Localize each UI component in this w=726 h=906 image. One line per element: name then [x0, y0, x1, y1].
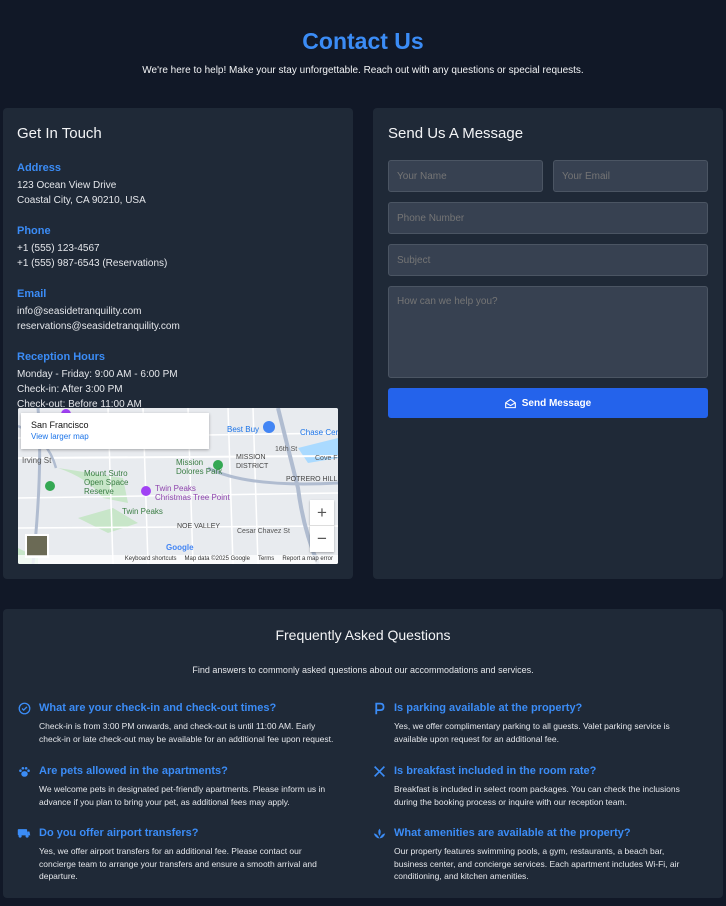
google-logo: Google [166, 543, 194, 552]
map-label: Irving St [22, 456, 52, 465]
map-label: Mount Sutro Open Space Reserve [84, 469, 129, 496]
page-subtitle: We're here to help! Make your stay unfor… [142, 65, 584, 76]
hours-line: Monday - Friday: 9:00 AM - 6:00 PM [17, 369, 178, 380]
faq-question: What are your check-in and check-out tim… [39, 702, 277, 714]
address-label: Address [17, 162, 62, 174]
phone-number: +1 (555) 987-6543 (Reservations) [17, 258, 168, 269]
map-footer: Keyboard shortcuts Map data ©2025 Google… [18, 555, 338, 564]
faq-answer: Breakfast is included in select room pac… [394, 784, 680, 807]
zoom-in-button[interactable]: + [310, 500, 334, 526]
paw-icon [17, 764, 31, 778]
map-label: Chase Cen [300, 428, 338, 437]
email-block: Email info@seasidetranquility.com reserv… [17, 287, 339, 334]
map-place-name: San Francisco [31, 420, 89, 430]
faq-question: Is breakfast included in the room rate? [394, 765, 597, 777]
send-message-button[interactable]: Send Message [388, 388, 708, 418]
faq-item: What are your check-in and check-out tim… [17, 701, 337, 745]
zoom-out-button[interactable]: − [310, 526, 334, 552]
faq-item: Are pets allowed in the apartments? We w… [17, 764, 337, 808]
map-footer-item: Map data ©2025 Google [184, 556, 250, 562]
email-address: info@seasidetranquility.com [17, 306, 142, 317]
view-larger-map-link[interactable]: View larger map [31, 432, 199, 441]
map-label: Best Buy [227, 425, 260, 434]
name-input[interactable] [388, 160, 543, 192]
map-label: Twin Peaks Christmas Tree Point [155, 484, 230, 502]
get-in-touch-card: Get In Touch Address 123 Ocean View Driv… [3, 108, 353, 579]
map-footer-item[interactable]: Terms [258, 555, 274, 564]
map-label: Mission Dolores Park [176, 458, 223, 476]
map-label: MISSION DISTRICT [236, 454, 269, 470]
utensils-icon [372, 764, 386, 778]
shuttle-van-icon [17, 826, 31, 840]
map-label: Cesar Chavez St [237, 528, 290, 535]
map-footer-item[interactable]: Keyboard shortcuts [125, 555, 177, 564]
message-textarea[interactable] [388, 286, 708, 378]
phone-block: Phone +1 (555) 123-4567 +1 (555) 987-654… [17, 224, 339, 271]
phone-number: +1 (555) 123-4567 [17, 243, 100, 254]
map-info-popup: San Francisco View larger map [21, 413, 209, 449]
send-message-label: Send Message [521, 397, 592, 409]
map-label: Cove F [315, 455, 338, 462]
email-address: reservations@seasidetranquility.com [17, 321, 180, 332]
faq-question: Are pets allowed in the apartments? [39, 765, 228, 777]
check-circle-icon [17, 701, 31, 715]
page-title: Contact Us [302, 28, 424, 54]
faq-question: Is parking available at the property? [394, 702, 583, 714]
email-label: Email [17, 288, 47, 300]
hours-line: Check-in: After 3:00 PM [17, 384, 123, 395]
parking-icon [372, 701, 386, 715]
spa-icon [372, 826, 386, 840]
map-label: NOE VALLEY [177, 523, 221, 530]
faq-item: Is breakfast included in the room rate? … [372, 764, 692, 808]
subject-input[interactable] [388, 244, 708, 276]
phone-input[interactable] [388, 202, 708, 234]
faq-answer: Our property features swimming pools, a … [394, 846, 680, 881]
message-card: Send Us A Message Send Message [373, 108, 723, 579]
faq-answer: Yes, we offer airport transfers for an a… [39, 846, 317, 881]
email-input[interactable] [553, 160, 708, 192]
envelope-open-icon [504, 398, 516, 408]
faq-item: What amenities are available at the prop… [372, 826, 692, 883]
map-label: 16th St [275, 446, 298, 453]
address-block: Address 123 Ocean View Drive Coastal Cit… [17, 161, 339, 208]
reception-hours-block: Reception Hours Monday - Friday: 9:00 AM… [17, 350, 339, 412]
address-line: 123 Ocean View Drive [17, 180, 117, 191]
page-header: Contact Us We're here to help! Make your… [0, 0, 726, 76]
faq-item: Do you offer airport transfers? Yes, we … [17, 826, 337, 883]
reception-hours-label: Reception Hours [17, 351, 106, 363]
faq-answer: We welcome pets in designated pet-friend… [39, 784, 326, 807]
faq-subtitle: Find answers to commonly asked questions… [192, 665, 534, 675]
faq-question: Do you offer airport transfers? [39, 827, 199, 839]
faq-answer: Yes, we offer complimentary parking to a… [394, 721, 670, 744]
faq-answer: Check-in is from 3:00 PM onwards, and ch… [39, 721, 334, 744]
faq-title: Frequently Asked Questions [275, 627, 451, 643]
phone-label: Phone [17, 225, 51, 237]
faq-section: Frequently Asked Questions Find answers … [3, 609, 723, 898]
map-label: Twin Peaks [122, 507, 163, 516]
faq-item: Is parking available at the property? Ye… [372, 701, 692, 745]
map-footer-item[interactable]: Report a map error [282, 555, 333, 564]
map-label: POTRERO HILL [286, 476, 338, 483]
address-line: Coastal City, CA 90210, USA [17, 195, 146, 206]
message-form-title: Send Us A Message [388, 125, 524, 142]
location-map[interactable]: San Francisco View larger map Irving St … [18, 408, 338, 564]
faq-question: What amenities are available at the prop… [394, 827, 631, 839]
get-in-touch-title: Get In Touch [17, 125, 102, 142]
map-zoom-controls: + − [310, 500, 334, 552]
